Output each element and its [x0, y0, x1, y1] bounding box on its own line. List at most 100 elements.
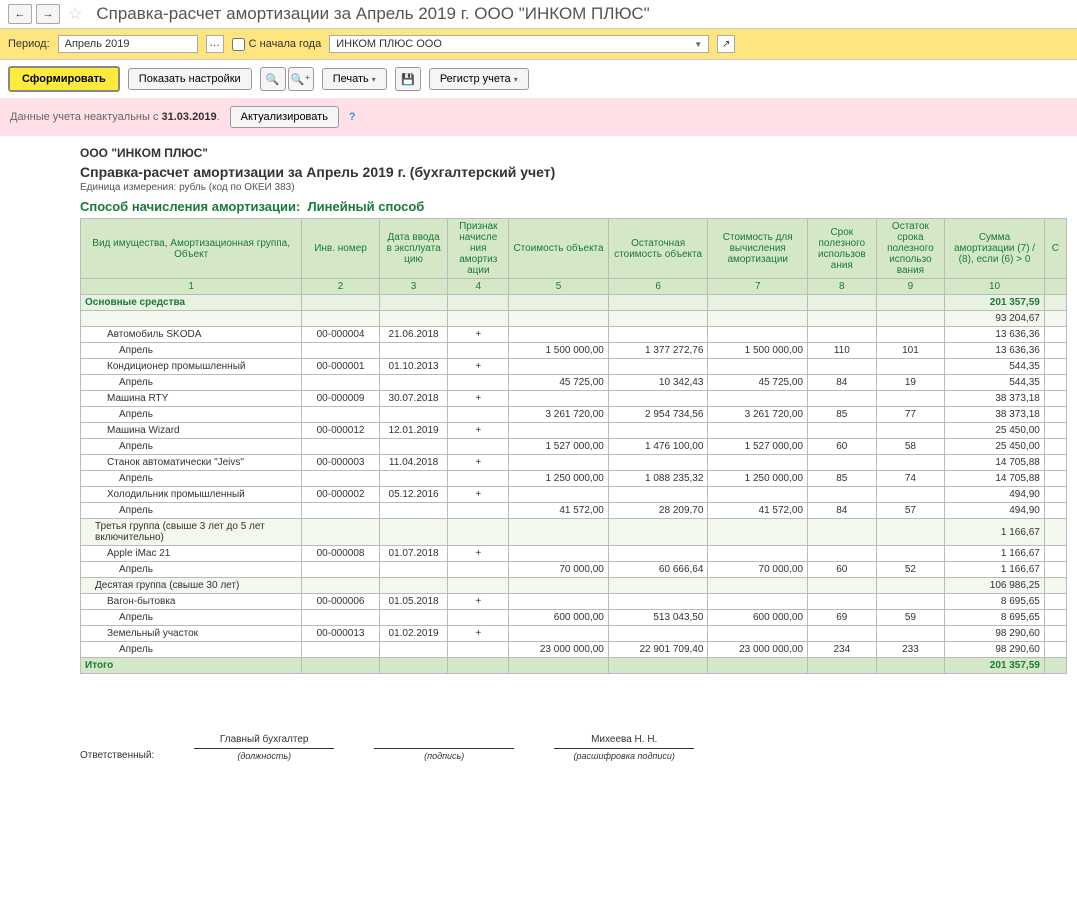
cell-inv — [302, 375, 379, 391]
cell-c9 — [876, 359, 945, 375]
cell-c9: 52 — [876, 562, 945, 578]
cell-name: Кондиционер промышленный — [81, 359, 302, 375]
period-value: Апрель 2019 — [65, 38, 130, 50]
cell-c10: 1 166,67 — [945, 562, 1045, 578]
cell-c5: 1 527 000,00 — [509, 439, 609, 455]
from-year-checkbox[interactable]: С начала года — [232, 38, 322, 51]
sign-label: (подпись) — [374, 748, 514, 761]
cell-inv — [302, 407, 379, 423]
position-label: (должность) — [194, 748, 334, 761]
table-row: Apple iMac 2100-00000801.07.2018+1 166,6… — [81, 546, 1067, 562]
cell-c7: 3 261 720,00 — [708, 407, 808, 423]
warning-text: Данные учета неактуальны с 31.03.2019. — [10, 111, 220, 123]
cell-inv — [302, 343, 379, 359]
cell-date — [379, 519, 448, 546]
cell-c7 — [708, 546, 808, 562]
table-row: Станок автоматически "Jeivs"00-00000311.… — [81, 455, 1067, 471]
page-title: Справка-расчет амортизации за Апрель 201… — [96, 4, 649, 24]
cell-c9: 74 — [876, 471, 945, 487]
cell-c6: 1 377 272,76 — [608, 343, 708, 359]
organization-input[interactable]: ИНКОМ ПЛЮС ООО ▼ — [329, 35, 709, 53]
nav-back-button[interactable]: ← — [8, 4, 32, 24]
cell-name: Машина Wizard — [81, 423, 302, 439]
cell-c10: 1 166,67 — [945, 519, 1045, 546]
cell-flag — [448, 311, 509, 327]
cell-flag — [448, 295, 509, 311]
cell-c5: 70 000,00 — [509, 562, 609, 578]
org-open-button[interactable]: ↗ — [717, 35, 735, 53]
cell-date — [379, 343, 448, 359]
table-row: Итого201 357,59 — [81, 658, 1067, 674]
warning-date: 31.03.2019 — [162, 111, 217, 123]
cell-c9: 233 — [876, 642, 945, 658]
favorite-star-icon[interactable]: ☆ — [68, 4, 82, 24]
search-more-icon-button[interactable]: 🔍⁺ — [288, 67, 314, 91]
cell-inv: 00-000002 — [302, 487, 379, 503]
col-header-7: Стоимость для вычисления амортизации — [708, 219, 808, 279]
cell-c8 — [808, 546, 877, 562]
form-button[interactable]: Сформировать — [8, 66, 120, 92]
cell-date: 05.12.2016 — [379, 487, 448, 503]
cell-name: Машина RTY — [81, 391, 302, 407]
table-row: Апрель45 725,0010 342,4345 725,008419544… — [81, 375, 1067, 391]
cell-c7: 1 527 000,00 — [708, 439, 808, 455]
chevron-down-icon: ▾ — [514, 75, 518, 84]
cell-c9: 19 — [876, 375, 945, 391]
cell-c10: 98 290,60 — [945, 642, 1045, 658]
colnum: 9 — [876, 279, 945, 295]
period-input[interactable]: Апрель 2019 — [58, 35, 198, 53]
cell-name: Апрель — [81, 343, 302, 359]
from-year-input[interactable] — [232, 38, 245, 51]
cell-c11 — [1044, 407, 1066, 423]
cell-name: Apple iMac 21 — [81, 546, 302, 562]
table-row: Апрель3 261 720,002 954 734,563 261 720,… — [81, 407, 1067, 423]
cell-c6: 1 476 100,00 — [608, 439, 708, 455]
cell-date: 21.06.2018 — [379, 327, 448, 343]
print-label: Печать — [333, 73, 369, 85]
cell-inv — [302, 562, 379, 578]
search-icon-button[interactable]: 🔍 — [260, 67, 286, 91]
cell-c8: 60 — [808, 439, 877, 455]
cell-c9 — [876, 391, 945, 407]
cell-c8 — [808, 578, 877, 594]
cell-c6 — [608, 487, 708, 503]
cell-c9: 58 — [876, 439, 945, 455]
signature-sign: (подпись) — [374, 734, 514, 761]
show-settings-button[interactable]: Показать настройки — [128, 68, 252, 90]
print-button[interactable]: Печать ▾ — [322, 68, 387, 90]
cell-flag — [448, 658, 509, 674]
table-row: Машина RTY00-00000930.07.2018+38 373,18 — [81, 391, 1067, 407]
cell-c10: 25 450,00 — [945, 439, 1045, 455]
cell-date — [379, 658, 448, 674]
cell-c9 — [876, 455, 945, 471]
cell-flag — [448, 343, 509, 359]
report-org-name: ООО "ИНКОМ ПЛЮС" — [80, 146, 1067, 160]
cell-c6 — [608, 311, 708, 327]
cell-date: 11.04.2018 — [379, 455, 448, 471]
colnum: 4 — [448, 279, 509, 295]
cell-flag: + — [448, 626, 509, 642]
cell-c11 — [1044, 519, 1066, 546]
cell-c11 — [1044, 295, 1066, 311]
nav-forward-button[interactable]: → — [36, 4, 60, 24]
col-header-2: Инв. номер — [302, 219, 379, 279]
cell-c7: 1 500 000,00 — [708, 343, 808, 359]
cell-c5: 1 250 000,00 — [509, 471, 609, 487]
period-picker-button[interactable]: … — [206, 35, 224, 53]
cell-flag: + — [448, 594, 509, 610]
cell-flag — [448, 375, 509, 391]
cell-c10: 544,35 — [945, 375, 1045, 391]
report-table: Вид имущества, Амортизационная группа, О… — [80, 218, 1067, 674]
cell-c6: 28 209,70 — [608, 503, 708, 519]
save-icon-button[interactable]: 💾 — [395, 67, 421, 91]
cell-c11 — [1044, 439, 1066, 455]
update-button[interactable]: Актуализировать — [230, 106, 339, 128]
cell-c9: 101 — [876, 343, 945, 359]
signature-area: Ответственный: Главный бухгалтер (должно… — [80, 734, 1067, 761]
cell-c11 — [1044, 391, 1066, 407]
cell-c11 — [1044, 578, 1066, 594]
help-icon[interactable]: ? — [349, 111, 356, 123]
cell-c9: 59 — [876, 610, 945, 626]
cell-c11 — [1044, 626, 1066, 642]
register-button[interactable]: Регистр учета ▾ — [429, 68, 529, 90]
